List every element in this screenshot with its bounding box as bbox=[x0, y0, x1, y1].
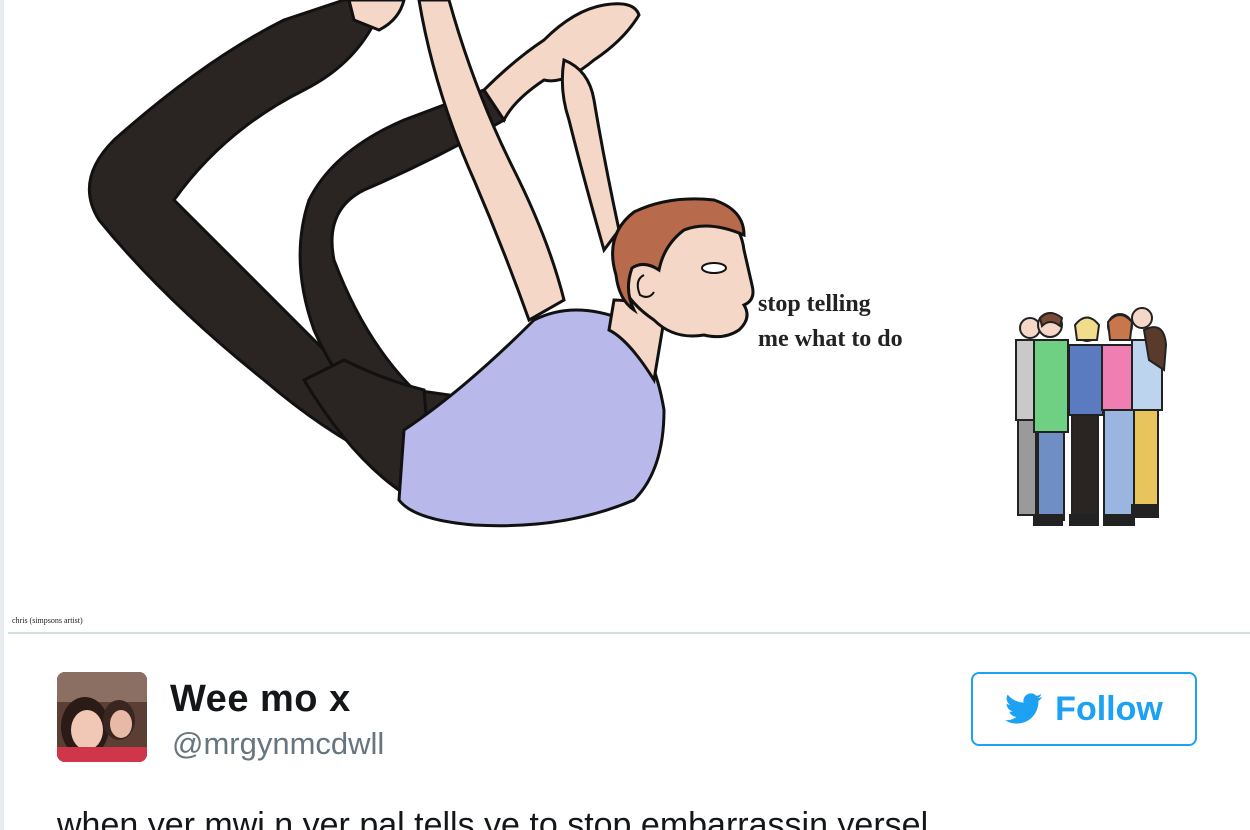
meme-illustration bbox=[87, 0, 1168, 528]
tweet-text: when yer mwi n yer pal tells ye to stop … bbox=[57, 806, 929, 830]
tweet-embed: stop telling me what to do chris (simpso… bbox=[0, 0, 1250, 830]
meme-speech-text: stop telling me what to do bbox=[758, 287, 903, 357]
display-name[interactable]: Wee mo x bbox=[170, 678, 351, 721]
user-handle[interactable]: @mrgynmcdwll bbox=[172, 726, 384, 762]
speech-line-2: me what to do bbox=[758, 326, 903, 352]
meme-image bbox=[4, 0, 1250, 632]
follow-label: Follow bbox=[1055, 689, 1163, 728]
twitter-bird-icon bbox=[1005, 693, 1043, 724]
speech-line-1: stop telling bbox=[758, 291, 871, 317]
avatar[interactable] bbox=[57, 672, 147, 762]
artist-credit: chris (simpsons artist) bbox=[12, 616, 83, 625]
right-arm bbox=[560, 57, 621, 254]
avatar-image bbox=[57, 672, 147, 762]
right-foot bbox=[482, 2, 641, 123]
crowd bbox=[1015, 307, 1168, 526]
tweet-header: Wee mo x @mrgynmcdwll Follow when yer mw… bbox=[0, 634, 1250, 830]
eye bbox=[701, 262, 727, 274]
follow-button[interactable]: Follow bbox=[971, 672, 1197, 746]
